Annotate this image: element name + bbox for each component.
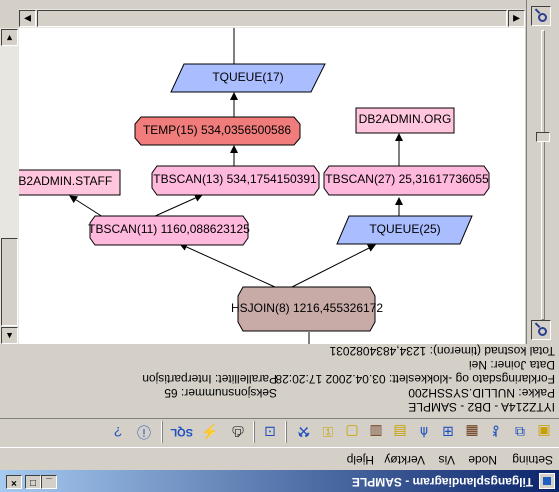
node-tqueue17-label: TQUEUE(17) [212, 70, 283, 84]
zoom-panel [526, 0, 559, 344]
node-org-label: DB2ADMIN.ORG [359, 112, 452, 126]
section-number: Seksjonsnummer: 65 [164, 386, 277, 400]
print-icon[interactable]: ⎙ [229, 423, 247, 441]
app-icon [539, 473, 555, 489]
node-tqueue17[interactable]: TQUEUE(17) [170, 63, 326, 93]
parallelism: Parallellitet: Interpartisjon [142, 372, 277, 386]
node-hsjoin[interactable]: HSJOIN(8) 1216,455326172 [231, 286, 383, 332]
node-tbscan27-label: TBSCAN(27) 25,31617736055 [325, 172, 489, 186]
node-org[interactable]: DB2ADMIN.ORG [355, 107, 455, 134]
info-icon[interactable]: ⓘ [135, 423, 153, 441]
database-icon[interactable]: ▤ [391, 423, 409, 441]
explain-timestamp: Forklaringsdato og -klokkeslett: 03.04.2… [275, 372, 555, 386]
node-tbscan11-label: TBSCAN(11) 1160,088623125 [88, 222, 250, 236]
scroll-left-button[interactable]: ◀ [508, 10, 525, 27]
sql-icon[interactable]: ⊞ [439, 423, 457, 441]
node-tbscan13-label: TBSCAN(13) 534,1754150391 [153, 172, 317, 186]
tree-icon[interactable]: ⋔ [415, 423, 433, 441]
scroll-corner [0, 9, 19, 28]
node-tbscan11[interactable]: TBSCAN(11) 1160,088623125 [88, 215, 250, 246]
edge-tqueue25 [291, 244, 376, 288]
horizontal-scroll-thumb[interactable] [37, 10, 507, 27]
db-name: IYTZ214A - DB2 - SAMPLE [408, 400, 555, 414]
node-temp15[interactable]: TEMP(15) 534,0356500586 [134, 116, 301, 146]
settings-icon[interactable]: ▥ [367, 423, 385, 441]
graph-icon[interactable]: ⊡ [261, 423, 279, 441]
zoom-in-button[interactable] [531, 320, 551, 340]
menu-setning[interactable]: Setning [512, 453, 553, 467]
minimize-button[interactable]: _ [41, 475, 57, 489]
edge-staff [69, 195, 104, 218]
scroll-up-button[interactable]: ▲ [1, 327, 18, 344]
toolbar-separator [285, 421, 287, 443]
node-tbscan27[interactable]: TBSCAN(27) 25,31617736055 [323, 165, 490, 196]
key-icon[interactable]: ⚷ [487, 423, 505, 441]
copy-icon[interactable]: ⧉ [511, 423, 529, 441]
menu-hjelp[interactable]: Hjelp [347, 453, 374, 467]
zoom-in-icon [538, 327, 547, 336]
explain-icon[interactable]: ⚡ [201, 423, 219, 441]
title-bar: Tilgangsplandiagram - SAMPLE _ □ × [0, 470, 559, 492]
diagram-panel: HSJOIN(8) 1216,455326172 TBSCAN(11) 1160… [0, 0, 559, 344]
vertical-scroll-thumb[interactable] [1, 238, 18, 326]
help-icon[interactable]: ? [109, 423, 127, 441]
scroll-right-button[interactable]: ▶ [19, 10, 36, 27]
menu-bar: Setning Node Vis Verktøy Hjelp [0, 450, 559, 470]
open-statement-icon[interactable]: ▣ [535, 423, 553, 441]
toolbar: ▣ ⧉ ⚷ ▦ ⊞ ⋔ ▤ ▥ ▢ ⚿ ⚒ ⊡ ⎙ ⚡ SQL ⓘ ? [0, 418, 559, 448]
package: Pakke: NULLID.SYSSH200 [408, 386, 555, 400]
menu-verktoy[interactable]: Verktøy [384, 453, 425, 467]
wrench-icon[interactable]: ⚿ [319, 423, 337, 441]
zoom-slider-thumb[interactable] [536, 132, 550, 142]
maximize-button[interactable]: □ [25, 475, 41, 489]
node-tbscan13[interactable]: TBSCAN(13) 534,1754150391 [151, 165, 320, 196]
close-button[interactable]: × [6, 475, 22, 489]
horizontal-scrollbar[interactable]: ◀ ▶ [19, 9, 525, 28]
access-plan-graph: HSJOIN(8) 1216,455326172 TBSCAN(11) 1160… [19, 28, 490, 344]
scroll-down-button[interactable]: ▼ [1, 29, 18, 46]
table-icon[interactable]: ▦ [463, 423, 481, 441]
zoom-out-icon [538, 13, 547, 22]
access-plan-canvas: HSJOIN(8) 1216,455326172 TBSCAN(11) 1160… [19, 28, 525, 344]
vertical-scrollbar[interactable]: ▲ ▼ [0, 28, 19, 344]
menu-vis[interactable]: Vis [439, 453, 455, 467]
total-cost: Total kostnad (timeron): 1234,4834082031 [329, 344, 556, 358]
document-icon[interactable]: ▢ [343, 423, 361, 441]
node-tqueue25-label: TQUEUE(25) [369, 222, 440, 236]
node-hsjoin-label: HSJOIN(8) 1216,455326172 [231, 301, 383, 315]
toolbar-separator [161, 421, 163, 443]
toolbar-separator [253, 421, 255, 443]
menu-node[interactable]: Node [468, 453, 497, 467]
node-temp15-label: TEMP(15) 534,0356500586 [143, 123, 291, 137]
tools-icon[interactable]: ⚒ [295, 423, 313, 441]
window-rotated: Tilgangsplandiagram - SAMPLE _ □ × Setni… [0, 0, 559, 492]
explain-info: IYTZ214A - DB2 - SAMPLE Pakke: NULLID.SY… [0, 344, 559, 416]
node-tqueue25[interactable]: TQUEUE(25) [336, 215, 473, 245]
sql-text-icon[interactable]: SQL [170, 423, 193, 441]
edge-tbscan13 [152, 194, 203, 218]
data-joiner: Data Joiner: Nei [468, 358, 555, 372]
zoom-slider-track[interactable] [541, 30, 545, 320]
node-staff[interactable]: DB2ADMIN.STAFF [19, 169, 121, 196]
node-staff-label: DB2ADMIN.STAFF [19, 174, 112, 188]
zoom-out-button[interactable] [531, 6, 551, 26]
edge-tbscan11 [179, 243, 276, 288]
window-title: Tilgangsplandiagram - SAMPLE [351, 475, 533, 489]
